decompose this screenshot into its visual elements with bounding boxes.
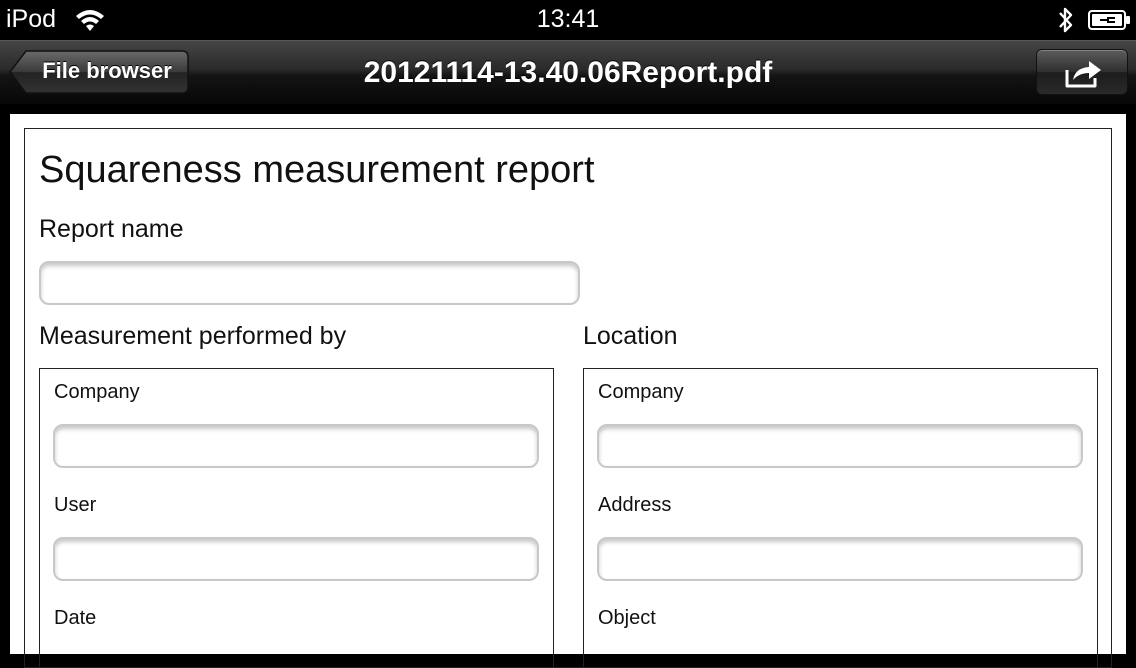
clock-label: 13:41 <box>536 5 600 33</box>
location-group: Company Address Object <box>583 368 1098 668</box>
performed-by-user-label: User <box>54 494 97 516</box>
file-browser-back-button[interactable]: File browser <box>8 49 189 95</box>
share-button[interactable] <box>1036 49 1128 95</box>
location-address-label: Address <box>598 494 672 516</box>
performed-by-group: Company User Date <box>39 368 554 668</box>
performed-by-company-label: Company <box>54 381 140 403</box>
report-frame: Squareness measurement report Report nam… <box>24 128 1112 668</box>
location-company-field[interactable] <box>597 424 1083 468</box>
performed-by-date-label: Date <box>54 607 97 629</box>
status-bar: iPod 13:41 <box>0 0 1136 40</box>
bluetooth-icon <box>1056 5 1076 35</box>
performed-by-company-field[interactable] <box>53 424 539 468</box>
performed-by-heading: Measurement performed by <box>39 322 347 350</box>
performed-by-user-field[interactable] <box>53 537 539 581</box>
report-name-field[interactable] <box>39 261 580 305</box>
report-name-label: Report name <box>39 215 184 243</box>
location-object-label: Object <box>598 607 656 629</box>
share-icon <box>1065 61 1101 88</box>
location-heading: Location <box>583 322 678 350</box>
battery-charging-icon <box>1088 9 1132 31</box>
navigation-bar: File browser 20121114-13.40.06Report.pdf <box>0 40 1136 104</box>
back-button-label: File browser <box>42 58 172 83</box>
location-company-label: Company <box>598 381 684 403</box>
pdf-page: Squareness measurement report Report nam… <box>10 114 1126 668</box>
report-title: Squareness measurement report <box>39 149 595 191</box>
location-address-field[interactable] <box>597 537 1083 581</box>
